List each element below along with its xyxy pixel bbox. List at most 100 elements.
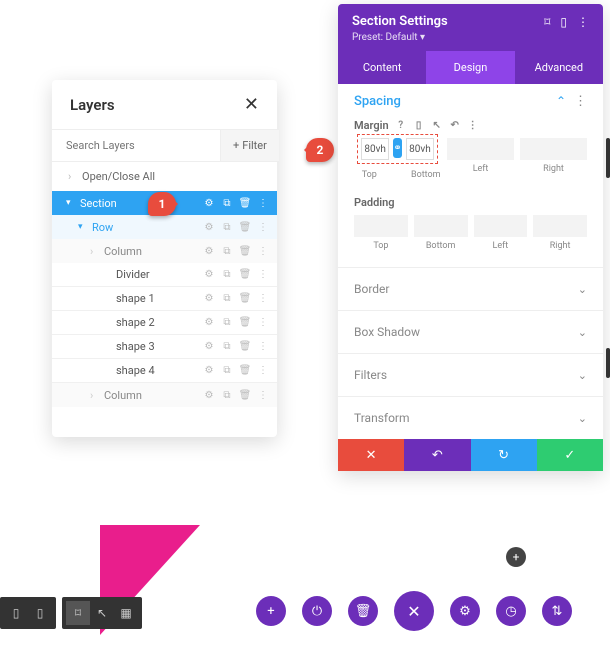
gear-icon[interactable]: ⚙ (201, 387, 217, 403)
gear-icon[interactable]: ⚙ (201, 243, 217, 259)
expand-icon[interactable]: ⌑ (544, 15, 550, 29)
add-fab[interactable]: + (506, 547, 526, 567)
layer-module[interactable]: shape 4⚙⧉🗑⋮ (52, 359, 277, 383)
trash-icon[interactable]: 🗑 (237, 339, 253, 355)
undo-button[interactable]: ↶ (404, 439, 470, 471)
sliders-button[interactable]: ⇅ (542, 596, 572, 626)
close-big-button[interactable]: ✕ (394, 591, 434, 631)
padding-right-input[interactable] (533, 215, 587, 237)
dots-icon[interactable]: ⋮ (255, 195, 271, 211)
row-actions: ⚙ ⧉ 🗑 ⋮ (201, 243, 277, 259)
dots-icon[interactable]: ⋮ (255, 291, 271, 307)
layer-column[interactable]: Column ⚙ ⧉ 🗑 ⋮ (52, 239, 277, 263)
cursor-icon[interactable]: ↖ (431, 120, 443, 132)
close-icon[interactable]: ✕ (244, 94, 259, 115)
redo-button[interactable]: ↻ (471, 439, 537, 471)
trash-icon[interactable]: 🗑 (237, 195, 253, 211)
gear-icon[interactable]: ⚙ (201, 219, 217, 235)
layer-module[interactable]: shape 3⚙⧉🗑⋮ (52, 335, 277, 359)
history-button[interactable]: ◷ (496, 596, 526, 626)
gear-icon[interactable]: ⚙ (201, 267, 217, 283)
dots-icon[interactable]: ⋮ (574, 94, 587, 109)
wireframe-icon[interactable]: ⌑ (66, 601, 90, 625)
padding-left-input[interactable] (474, 215, 528, 237)
help-icon[interactable]: ? (395, 120, 407, 132)
spacing-section[interactable]: Spacing ⌃⋮ (338, 84, 603, 119)
margin-bottom-input[interactable]: 80vh (406, 138, 434, 160)
tab-content[interactable]: Content (338, 51, 426, 84)
gear-icon[interactable]: ⚙ (201, 315, 217, 331)
duplicate-icon[interactable]: ⧉ (219, 195, 235, 211)
grid-icon[interactable]: ▯ (560, 15, 567, 29)
click-icon[interactable]: ↖ (90, 601, 114, 625)
padding-top-input[interactable] (354, 215, 408, 237)
filter-button[interactable]: + Filter (220, 130, 279, 161)
reset-icon[interactable]: ↶ (449, 120, 461, 132)
margin-right-input[interactable] (520, 138, 587, 160)
layers-header: Layers ✕ (52, 80, 277, 129)
add-button[interactable]: + (256, 596, 286, 626)
duplicate-icon[interactable]: ⧉ (219, 291, 235, 307)
dots-icon[interactable]: ⋮ (467, 120, 479, 132)
trash-icon[interactable]: 🗑 (237, 387, 253, 403)
accordion-boxshadow[interactable]: Box Shadow⌄ (338, 310, 603, 353)
trash-icon[interactable]: 🗑 (237, 315, 253, 331)
trash-icon[interactable]: 🗑 (237, 267, 253, 283)
preset-selector[interactable]: Preset: Default ▾ (352, 29, 589, 51)
link-icon[interactable]: ⚭ (393, 138, 401, 158)
gear-icon[interactable]: ⚙ (201, 195, 217, 211)
duplicate-icon[interactable]: ⧉ (219, 339, 235, 355)
trash-icon[interactable]: 🗑 (237, 291, 253, 307)
duplicate-icon[interactable]: ⧉ (219, 387, 235, 403)
dots-icon[interactable]: ⋮ (255, 363, 271, 379)
duplicate-icon[interactable]: ⧉ (219, 219, 235, 235)
accordion-filters[interactable]: Filters⌄ (338, 353, 603, 396)
dots-icon[interactable]: ⋮ (255, 315, 271, 331)
gear-button[interactable]: ⚙ (450, 596, 480, 626)
scrollbar[interactable] (606, 98, 610, 358)
dots-icon[interactable]: ⋮ (255, 243, 271, 259)
layer-row[interactable]: Row ⚙ ⧉ 🗑 ⋮ (52, 215, 277, 239)
tablet-icon[interactable]: ▯ (413, 120, 425, 132)
trash-button[interactable]: 🗑 (348, 596, 378, 626)
tab-design[interactable]: Design (426, 51, 514, 84)
save-button[interactable]: ✓ (537, 439, 603, 471)
padding-bottom-input[interactable] (414, 215, 468, 237)
gear-icon[interactable]: ⚙ (201, 363, 217, 379)
search-input[interactable] (52, 130, 220, 161)
trash-icon[interactable]: 🗑 (237, 363, 253, 379)
column-label: Column (104, 389, 201, 402)
tab-advanced[interactable]: Advanced (515, 51, 603, 84)
layer-module[interactable]: shape 2⚙⧉🗑⋮ (52, 311, 277, 335)
dots-icon[interactable]: ⋮ (255, 267, 271, 283)
duplicate-icon[interactable]: ⧉ (219, 267, 235, 283)
trash-icon[interactable]: 🗑 (237, 219, 253, 235)
accordion-border[interactable]: Border⌄ (338, 267, 603, 310)
scrollbar-thumb[interactable] (606, 138, 610, 178)
gear-icon[interactable]: ⚙ (201, 291, 217, 307)
scrollbar-thumb[interactable] (606, 348, 610, 378)
tablet-view-icon[interactable]: ▯ (28, 601, 52, 625)
cancel-button[interactable]: ✕ (338, 439, 404, 471)
power-button[interactable]: ⏻ (302, 596, 332, 626)
duplicate-icon[interactable]: ⧉ (219, 315, 235, 331)
accordion-transform[interactable]: Transform⌄ (338, 396, 603, 439)
layer-module[interactable]: shape 1⚙⧉🗑⋮ (52, 287, 277, 311)
dots-icon[interactable]: ⋮ (255, 219, 271, 235)
settings-body: Spacing ⌃⋮ Margin ? ▯ ↖ ↶ ⋮ 80vh ⚭ 80vh (338, 84, 603, 471)
duplicate-icon[interactable]: ⧉ (219, 243, 235, 259)
gear-icon[interactable]: ⚙ (201, 339, 217, 355)
layer-module[interactable]: Divider⚙⧉🗑⋮ (52, 263, 277, 287)
open-close-all[interactable]: Open/Close All (52, 162, 277, 191)
layer-column[interactable]: Column ⚙⧉🗑⋮ (52, 383, 277, 407)
duplicate-icon[interactable]: ⧉ (219, 363, 235, 379)
trash-icon[interactable]: 🗑 (237, 243, 253, 259)
desktop-view-icon[interactable]: ▯ (4, 601, 28, 625)
dots-icon[interactable]: ⋮ (577, 15, 589, 29)
grid-icon[interactable]: ▦ (114, 601, 138, 625)
margin-left-input[interactable] (447, 138, 514, 160)
margin-top-input[interactable]: 80vh (361, 138, 389, 160)
dots-icon[interactable]: ⋮ (255, 339, 271, 355)
dots-icon[interactable]: ⋮ (255, 387, 271, 403)
settings-tabs: Content Design Advanced (338, 51, 603, 84)
